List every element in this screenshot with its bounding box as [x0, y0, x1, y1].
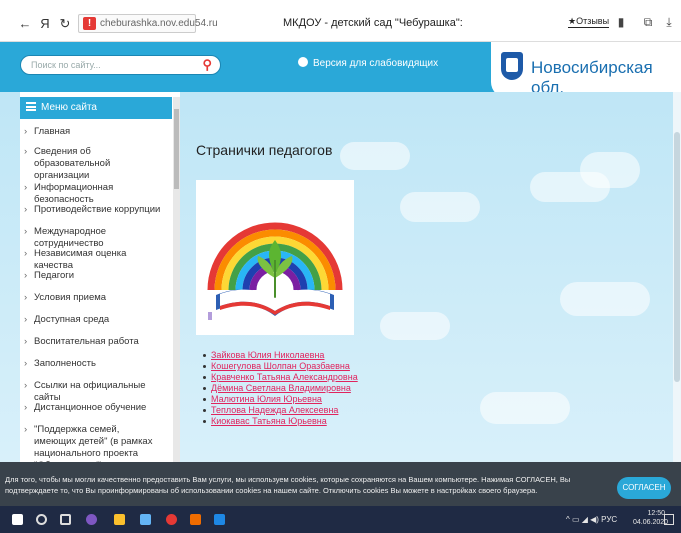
yandex-browser-icon[interactable] [86, 514, 97, 525]
bullet-icon [203, 354, 206, 357]
bullet-icon [203, 420, 206, 423]
bullet-icon [203, 376, 206, 379]
search-placeholder: Поиск по сайту... [31, 60, 101, 70]
clock-time: 12:50 [647, 510, 665, 517]
teacher-link[interactable]: Кошегулова Шолпан Оразбаевна [211, 361, 350, 371]
file-explorer-icon[interactable] [114, 514, 125, 525]
teacher-link[interactable]: Теплова Надежда Алексеевна [211, 405, 338, 415]
sidebar-item-label: Дистанционное обучение [34, 402, 147, 413]
browser-toolbar: ← Я ↻ ! cheburashka.nov.edu54.ru МКДОУ -… [0, 0, 681, 42]
menu-title: Меню сайта [41, 102, 97, 113]
extensions-icon[interactable]: ⧉ [641, 15, 655, 29]
reviews-link[interactable]: ★Отзывы [568, 16, 610, 28]
page-title: Странички педагогов [196, 142, 333, 158]
system-tray[interactable]: ^ ▭ ◢ ◀) РУС [566, 515, 617, 524]
chevron-right-icon: › [24, 402, 28, 413]
chevron-right-icon: › [24, 146, 28, 157]
windows-start-icon[interactable] [12, 514, 23, 525]
sidebar-item-label: Воспитательная работа [34, 336, 139, 347]
bullet-icon [203, 365, 206, 368]
sidebar-item-label: Информационная безопасность [34, 182, 114, 205]
sidebar-item-label: Независимая оценка качества [34, 248, 127, 271]
list-item: Кошегулова Шолпан Оразбаевна [203, 361, 358, 372]
teacher-link[interactable]: Зайкова Юлия Николаевна [211, 350, 324, 360]
low-vision-label: Версия для слабовидящих [313, 58, 439, 69]
chevron-right-icon: › [24, 126, 28, 137]
store-icon[interactable] [140, 514, 151, 525]
sidebar-item-label: Сведения об образовательной организации [34, 146, 111, 181]
language-indicator[interactable]: РУС [601, 515, 617, 524]
sidebar-item-label: Заполненость [34, 358, 96, 369]
word-icon[interactable] [214, 514, 225, 525]
sidebar-item-label: Ссылки на официальные сайты [34, 380, 146, 403]
low-vision-link[interactable]: Версия для слабовидящих [298, 57, 438, 69]
back-arrow-icon[interactable]: ← [18, 17, 32, 31]
chevron-right-icon: › [24, 336, 28, 347]
chevron-right-icon: › [24, 314, 28, 325]
bullet-icon [203, 398, 206, 401]
rainbow-book-logo [196, 180, 354, 335]
chevron-right-icon: › [24, 226, 28, 237]
address-bar[interactable]: ! cheburashka.nov.edu54.ru [78, 14, 218, 33]
reload-icon[interactable]: ↻ [58, 17, 72, 31]
teacher-list: Зайкова Юлия Николаевна Кошегулова Шолпан… [203, 350, 358, 427]
search-input[interactable]: Поиск по сайту... ⚲ [20, 55, 221, 75]
chevron-right-icon: › [24, 182, 28, 193]
chevron-right-icon: › [24, 292, 28, 303]
paint-icon[interactable] [190, 514, 201, 525]
list-item: Теплова Надежда Алексеевна [203, 405, 358, 416]
teacher-link[interactable]: Малютина Юлия Юрьевна [211, 394, 322, 404]
page-scrollbar[interactable] [673, 92, 681, 462]
sidebar-item-label: Доступная среда [34, 314, 110, 325]
tab-title: МКДОУ - детский сад "Чебурашка": [283, 17, 463, 29]
task-view-icon[interactable] [60, 514, 71, 525]
cookie-text: Для того, чтобы мы могли качественно пре… [5, 475, 571, 495]
sidebar-scrollbar[interactable] [173, 97, 180, 462]
app-red-icon[interactable] [166, 514, 177, 525]
chevron-right-icon: › [24, 270, 28, 281]
sidebar-item-label: Противодействие коррупции [34, 204, 161, 215]
list-item: Зайкова Юлия Николаевна [203, 350, 358, 361]
agree-button[interactable]: СОГЛАСЕН [617, 477, 671, 499]
bullet-icon [203, 409, 206, 412]
list-item: Малютина Юлия Юрьевна [203, 394, 358, 405]
hamburger-icon [26, 102, 36, 111]
list-item: Дёмина Светлана Владимировна [203, 383, 358, 394]
notifications-icon[interactable] [664, 514, 674, 525]
clock-date: 04.06.2020 [633, 519, 669, 526]
eye-icon [298, 57, 308, 67]
clock[interactable]: 12:50 04.06.2020 [633, 509, 669, 527]
warning-icon: ! [83, 17, 96, 30]
download-icon[interactable]: ⤓ [662, 15, 676, 29]
search-icon[interactable]: ⚲ [202, 57, 212, 73]
bullet-icon [203, 387, 206, 390]
chevron-right-icon: › [24, 424, 28, 435]
sidebar-item-label: Главная [34, 126, 71, 137]
coat-of-arms-icon [501, 52, 523, 80]
bookmark-icon[interactable]: ▮ [614, 15, 628, 29]
sidebar-item-label: Условия приема [34, 292, 107, 303]
teacher-link[interactable]: Киокавас Татьяна Юрьевна [211, 416, 327, 426]
chevron-right-icon: › [24, 204, 28, 215]
teacher-link[interactable]: Дёмина Светлана Владимировна [211, 383, 351, 393]
sidebar-item[interactable]: › "Поддержка семей, имеющих детей" (в рам… [24, 424, 162, 462]
menu-header[interactable]: Меню сайта [20, 97, 172, 119]
sidebar-item-label: Педагоги [34, 270, 75, 281]
yandex-logo-icon[interactable]: Я [38, 17, 52, 31]
teacher-link[interactable]: Кравченко Татьяна Александровна [211, 372, 358, 382]
chevron-right-icon: › [24, 380, 28, 391]
sidebar-item-label: Международное сотрудничество [34, 226, 107, 249]
chevron-right-icon: › [24, 358, 28, 369]
list-item: Киокавас Татьяна Юрьевна [203, 416, 358, 427]
chevron-right-icon: › [24, 248, 28, 259]
url-text: cheburashka.nov.edu54.ru [100, 18, 218, 29]
search-taskbar-icon[interactable] [36, 514, 47, 525]
sidebar-item-label: "Поддержка семей, имеющих детей" (в рамк… [34, 424, 153, 462]
list-item: Кравченко Татьяна Александровна [203, 372, 358, 383]
